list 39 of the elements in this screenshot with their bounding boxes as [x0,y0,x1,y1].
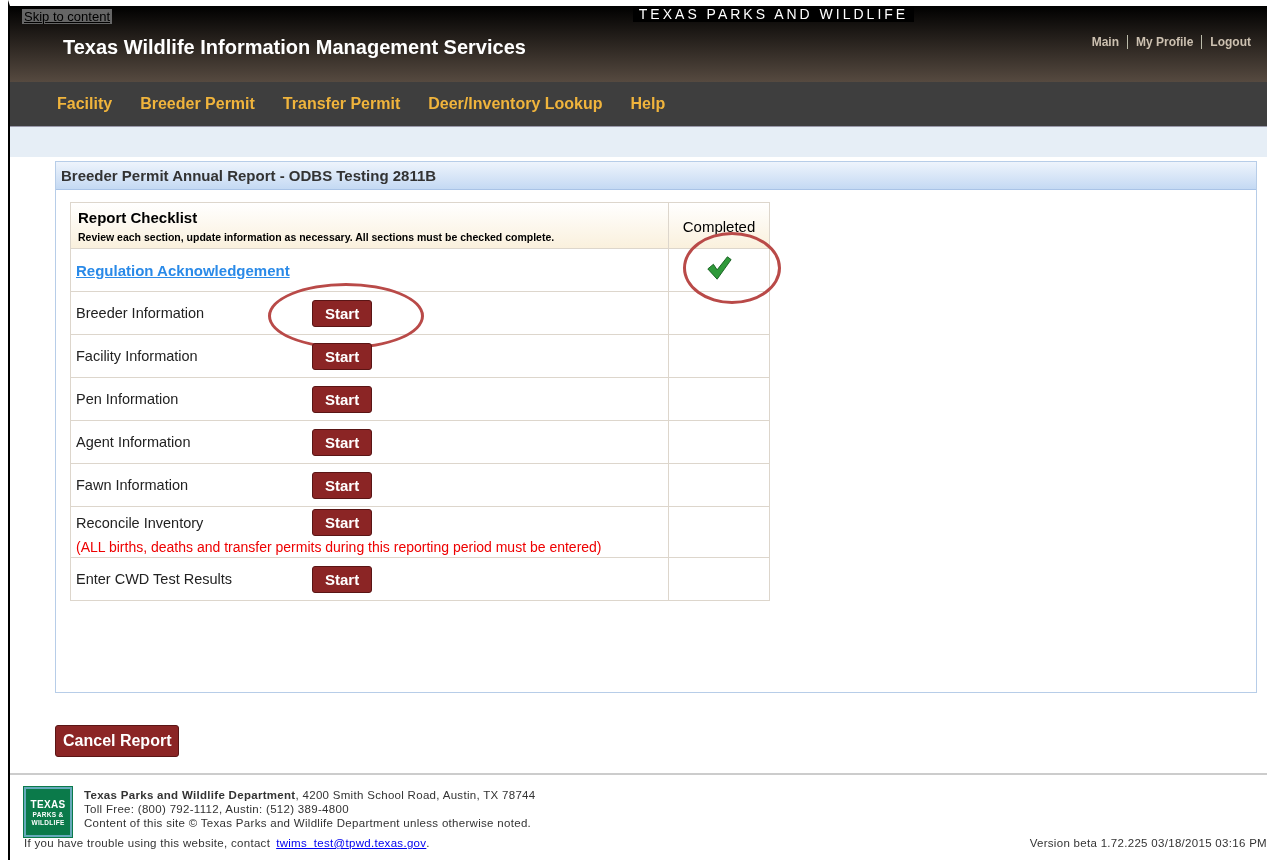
footer-contact-text: If you have trouble using this website, contact [24,837,271,849]
brand-banner: TEXAS PARKS AND WILDLIFE [632,6,915,22]
footer-phone: Toll Free: (800) 792-1112, Austin: (512) 389-4800 [84,803,350,815]
start-button[interactable]: Start [312,565,373,593]
section-label: Facility Information [76,348,199,364]
nav-link[interactable]: Breeder Permit [140,95,255,113]
footer-period: . [426,837,430,849]
start-button[interactable]: Start [312,299,373,327]
section-label: Pen Information [76,391,180,407]
panel-title: Breeder Permit Annual Report - ODBS Testing 2811B [56,162,1256,190]
section-label: Agent Information [76,434,192,450]
footer-address: Texas Parks and Wildlife Department, 4200 Smith School Road, Austin, TX 78744 [84,789,536,801]
section-label: Reconcile Inventory [76,514,205,531]
checklist-instructions: Review each section, update information as necessary. All sections must be checked complete. [78,231,556,243]
header-link[interactable]: Logout [1201,34,1259,49]
section-label: Breeder Information [76,305,206,321]
header-link[interactable]: Main [1083,34,1127,49]
section-label: Enter CWD Test Results [76,571,234,587]
start-button[interactable]: Start [312,428,373,456]
footer-copyright: Content of this site © Texas Parks and Wildlife Department unless otherwise noted. [84,817,533,829]
start-button[interactable]: Start [312,509,373,536]
skip-link[interactable]: Skip to content [22,9,112,24]
nav-link[interactable]: Deer/Inventory Lookup [428,95,603,113]
version-text: Version beta 1.72.225 03/18/2015 03:16 PM [1029,837,1267,849]
column-header: Completed [668,202,770,249]
email-link[interactable]: twims_test@tpwd.texas.gov [276,837,427,849]
nav-link[interactable]: Facility [57,95,113,113]
start-button[interactable]: Start [312,471,373,499]
site-title: Texas Wildlife Information Management Services [63,36,526,59]
checklist-title: Report Checklist [78,209,199,226]
start-button[interactable]: Start [312,342,373,370]
warning-note: (ALL births, deaths and transfer permits during this reporting period must be entered) [76,539,603,555]
header-link[interactable]: My Profile [1127,34,1202,49]
nav-link[interactable]: Transfer Permit [282,95,401,113]
nav-link[interactable]: Help [630,95,666,113]
section-label: Fawn Information [76,477,190,493]
cancel-report-button[interactable]: Cancel Report [55,725,180,757]
start-button[interactable]: Start [312,385,373,413]
section-link[interactable]: Regulation Acknowledgement [76,261,290,279]
